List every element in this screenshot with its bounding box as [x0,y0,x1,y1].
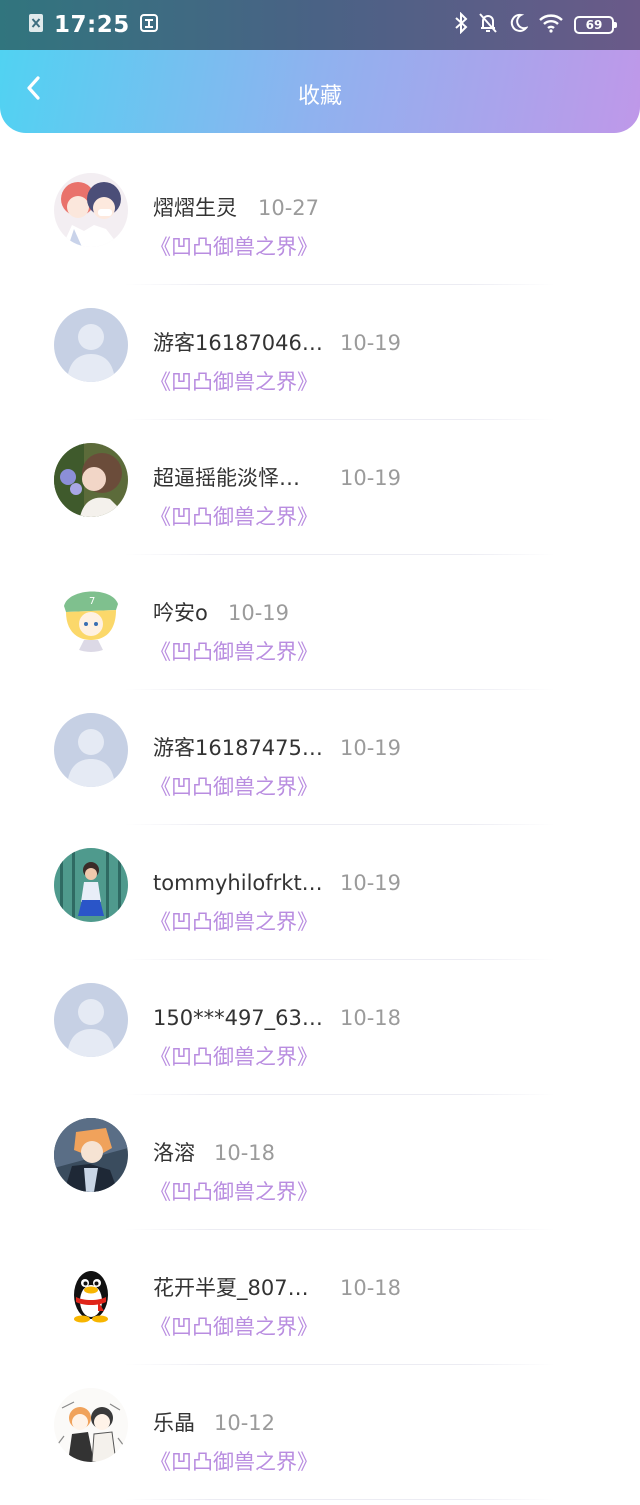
date: 10-18 [214,1141,276,1165]
book-title[interactable]: 《凹凸御兽之界》 [150,1449,318,1475]
battery-icon: 69 [574,16,617,34]
mute-bell-icon [478,12,498,38]
book-title[interactable]: 《凹凸御兽之界》 [150,774,318,800]
list-item[interactable]: 150***497_63… 10-18 《凹凸御兽之界》 [0,960,640,1095]
bluetooth-icon [454,11,468,38]
date: 10-19 [340,331,402,355]
list-item[interactable]: 游客16187046… 10-19 《凹凸御兽之界》 [0,285,640,420]
divider [125,1499,555,1500]
sim-icon [139,14,158,36]
avatar[interactable] [54,308,128,382]
book-title[interactable]: 《凹凸御兽之界》 [150,1179,318,1205]
book-title[interactable]: 《凹凸御兽之界》 [150,639,318,665]
avatar[interactable] [54,443,128,517]
list-item[interactable]: 花开半夏_807… 10-18 《凹凸御兽之界》 [0,1230,640,1365]
status-time: 17:25 [54,12,130,38]
list-item[interactable]: tommyhilofrkt… 10-19 《凹凸御兽之界》 [0,825,640,960]
favorites-page: 17:25 69 收藏 熠熠生灵 10-27 《凹凸御兽之界》 游客161870… [0,0,640,1505]
book-title[interactable]: 《凹凸御兽之界》 [150,1044,318,1070]
avatar[interactable] [54,983,128,1057]
avatar[interactable] [54,713,128,787]
username: 洛溶 [153,1141,195,1165]
wifi-icon [538,13,564,37]
avatar[interactable] [54,1388,128,1462]
book-title[interactable]: 《凹凸御兽之界》 [150,234,318,260]
book-title[interactable]: 《凹凸御兽之界》 [150,504,318,530]
username: 150***497_63… [153,1006,323,1030]
book-title[interactable]: 《凹凸御兽之界》 [150,909,318,935]
moon-icon [508,12,529,38]
list-item[interactable]: 熠熠生灵 10-27 《凹凸御兽之界》 [0,150,640,285]
avatar[interactable]: 7 [54,578,128,652]
date: 10-19 [340,736,402,760]
status-bar: 17:25 69 [0,0,640,50]
page-title: 收藏 [297,84,342,109]
list-item[interactable]: 游客16187475… 10-19 《凹凸御兽之界》 [0,690,640,825]
favorites-list: 熠熠生灵 10-27 《凹凸御兽之界》 游客16187046… 10-19 《凹… [0,150,640,1500]
avatar[interactable] [54,173,128,247]
avatar[interactable] [54,1253,128,1327]
username: 花开半夏_807… [153,1276,309,1300]
close-box-icon [28,13,44,37]
date: 10-12 [214,1411,276,1435]
svg-text:7: 7 [89,596,95,607]
status-bar-right: 69 [454,10,617,40]
username: 游客16187046… [153,331,323,355]
nav-bar: 收藏 [0,50,640,133]
avatar[interactable] [54,1118,128,1192]
username: 超逼摇能淡怿… [153,466,300,490]
book-title[interactable]: 《凹凸御兽之界》 [150,369,318,395]
date: 10-18 [340,1276,402,1300]
date: 10-19 [340,466,402,490]
date: 10-19 [228,601,290,625]
date: 10-27 [258,196,320,220]
list-item[interactable]: 超逼摇能淡怿… 10-19 《凹凸御兽之界》 [0,420,640,555]
list-item[interactable]: 洛溶 10-18 《凹凸御兽之界》 [0,1095,640,1230]
date: 10-19 [340,871,402,895]
username: tommyhilofrkt… [153,871,323,895]
avatar[interactable] [54,848,128,922]
date: 10-18 [340,1006,402,1030]
header: 17:25 69 收藏 [0,0,640,133]
username: 游客16187475… [153,736,323,760]
username: 乐晶 [153,1411,195,1435]
username: 吟安o [153,601,208,625]
status-bar-left: 17:25 [28,10,158,40]
list-item[interactable]: 乐晶 10-12 《凹凸御兽之界》 [0,1365,640,1500]
list-item[interactable]: 7 吟安o 10-19 《凹凸御兽之界》 [0,555,640,690]
username: 熠熠生灵 [153,196,237,220]
book-title[interactable]: 《凹凸御兽之界》 [150,1314,318,1340]
